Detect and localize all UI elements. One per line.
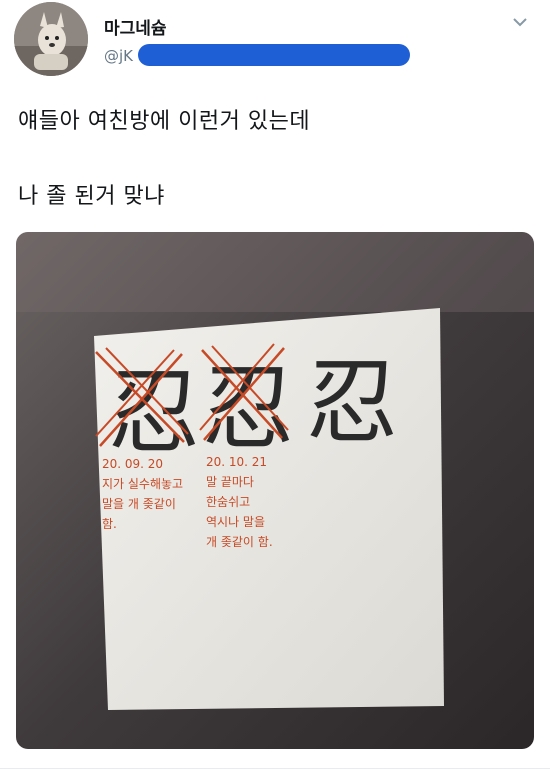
entry2-line: 한숨쉬고 bbox=[206, 495, 250, 509]
handle-text[interactable]: @jK bbox=[104, 47, 133, 65]
note-glyph-3: 忍 bbox=[306, 349, 398, 456]
tweet-text-line: 나 졸 된거 맞냐 bbox=[18, 184, 165, 209]
avatar[interactable] bbox=[14, 2, 88, 76]
entry2-line: 말 끝마다 bbox=[206, 475, 254, 489]
entry2-date: 20. 10. 21 bbox=[206, 455, 267, 469]
entry1-line: 함. bbox=[102, 517, 117, 531]
divider bbox=[0, 768, 550, 769]
chevron-down-icon[interactable] bbox=[512, 14, 528, 30]
tweet-photo[interactable]: 忍 忍 忍 20. 09. 20 지가 실수해놓고 말을 개 좆같이 함. 20… bbox=[16, 232, 534, 749]
entry2-line: 개 좆같이 함. bbox=[206, 535, 273, 549]
tweet-text-line: 얘들아 여친방에 이런거 있는데 bbox=[18, 109, 311, 134]
entry2-line: 역시나 말을 bbox=[206, 515, 265, 529]
display-name[interactable]: 마그네슘 bbox=[104, 14, 167, 39]
entry1-date: 20. 09. 20 bbox=[102, 457, 163, 471]
tweet-header: 마그네슘 @jK bbox=[0, 0, 550, 90]
entry1-line: 말을 개 좆같이 bbox=[102, 497, 176, 511]
note-glyph-2: 忍 bbox=[202, 355, 294, 462]
entry1-line: 지가 실수해놓고 bbox=[102, 477, 183, 491]
redaction-mark bbox=[138, 44, 410, 66]
